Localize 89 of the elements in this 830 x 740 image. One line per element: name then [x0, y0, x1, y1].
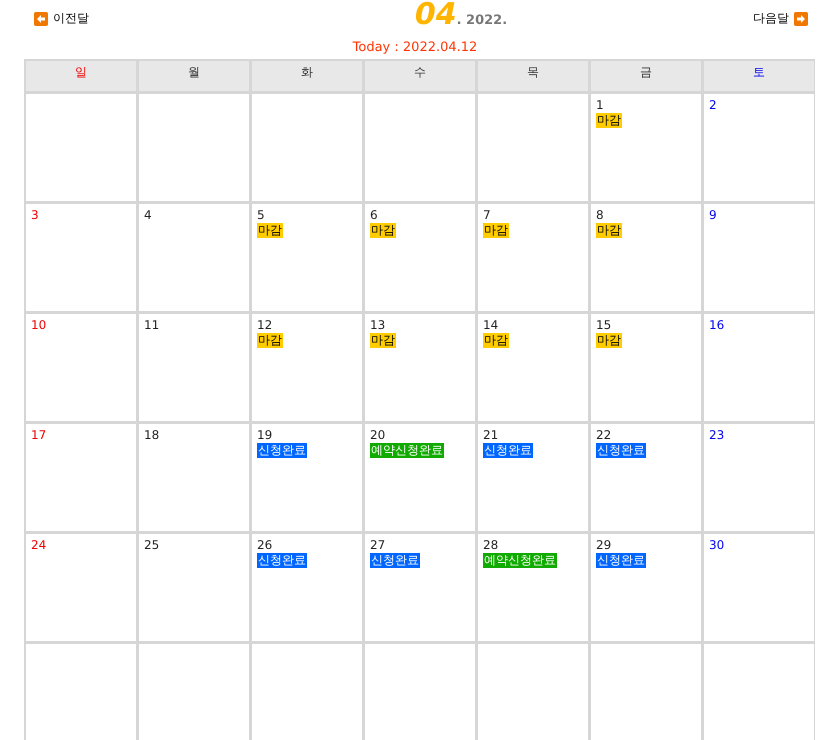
day-number: 20: [370, 428, 386, 443]
year-label: . 2022.: [456, 13, 508, 28]
day-cell[interactable]: 30: [704, 534, 814, 641]
month-number: 04: [414, 0, 457, 29]
day-number: 18: [144, 428, 160, 443]
weekday-header: 토: [704, 61, 814, 91]
day-cell[interactable]: 13 마감: [365, 314, 475, 421]
day-number: 16: [709, 318, 724, 333]
day-cell[interactable]: 27 신청완료: [365, 534, 475, 641]
day-cell[interactable]: 12 마감: [252, 314, 362, 421]
event-tag[interactable]: 마감: [483, 333, 509, 348]
event-tag[interactable]: 신청완료: [370, 553, 420, 568]
day-cell[interactable]: 15 마감: [591, 314, 701, 421]
today-date: Today : 2022.04.12: [352, 40, 478, 55]
day-cell[interactable]: 11: [139, 314, 249, 421]
event-tag[interactable]: 신청완료: [596, 443, 646, 458]
day-number: 21: [483, 428, 498, 443]
weekday-header: 금: [591, 61, 701, 91]
event-tag[interactable]: 마감: [596, 223, 622, 238]
event-tag[interactable]: 마감: [596, 113, 622, 128]
day-number: 7: [483, 208, 491, 223]
event-tag[interactable]: 마감: [483, 223, 509, 238]
day-number: 23: [709, 428, 724, 443]
day-number: 30: [709, 538, 724, 553]
day-cell[interactable]: 8 마감: [591, 204, 701, 311]
day-cell[interactable]: 3: [26, 204, 136, 311]
day-number: 25: [144, 538, 160, 553]
day-number: 28: [483, 538, 498, 553]
day-cell[interactable]: 29 신청완료: [591, 534, 701, 641]
event-tag[interactable]: 신청완료: [483, 443, 533, 458]
event-tag[interactable]: 마감: [257, 223, 283, 238]
weekday-header: 목: [478, 61, 588, 91]
day-cell[interactable]: 17: [26, 424, 136, 531]
day-number: 26: [257, 538, 272, 553]
day-cell[interactable]: 21 신청완료: [478, 424, 588, 531]
day-number: 6: [370, 208, 378, 223]
right-arrow-icon: [794, 12, 808, 26]
day-number: 24: [31, 538, 46, 553]
day-cell[interactable]: 10: [26, 314, 136, 421]
event-tag[interactable]: 신청완료: [257, 443, 307, 458]
day-cell[interactable]: 23: [704, 424, 814, 531]
day-number: 17: [31, 428, 46, 443]
next-month-link[interactable]: 다음달: [753, 10, 808, 27]
day-cell[interactable]: 1 마감: [591, 94, 701, 201]
weekday-header: 일: [26, 61, 136, 91]
day-cell[interactable]: 19 신청완료: [252, 424, 362, 531]
day-number: 15: [596, 318, 612, 333]
day-number: 14: [483, 318, 498, 333]
day-cell[interactable]: 6 마감: [365, 204, 475, 311]
weekday-header: 화: [252, 61, 362, 91]
day-cell[interactable]: 4: [139, 204, 249, 311]
weekday-header: 월: [139, 61, 249, 91]
event-tag[interactable]: 마감: [370, 333, 396, 348]
day-cell[interactable]: 9: [704, 204, 814, 311]
day-number: 19: [257, 428, 272, 443]
day-number: 8: [596, 208, 604, 223]
event-tag[interactable]: 신청완료: [596, 553, 646, 568]
day-number: 5: [257, 208, 265, 223]
day-number: 12: [257, 318, 272, 333]
day-cell[interactable]: 25: [139, 534, 249, 641]
day-number: 2: [709, 98, 717, 113]
day-number: 13: [370, 318, 386, 333]
event-tag[interactable]: 마감: [596, 333, 622, 348]
day-cell[interactable]: 28 예약신청완료: [478, 534, 588, 641]
day-cell[interactable]: 20 예약신청완료: [365, 424, 475, 531]
day-cell[interactable]: 26 신청완료: [252, 534, 362, 641]
day-number: 22: [596, 428, 612, 443]
day-cell[interactable]: 24: [26, 534, 136, 641]
day-number: 1: [596, 98, 604, 113]
day-number: 10: [31, 318, 46, 333]
event-tag[interactable]: 신청완료: [257, 553, 307, 568]
day-number: 3: [31, 208, 39, 223]
day-cell[interactable]: 22 신청완료: [591, 424, 701, 531]
day-number: 4: [144, 208, 152, 223]
day-cell[interactable]: 16: [704, 314, 814, 421]
day-number: 29: [596, 538, 612, 553]
event-tag[interactable]: 마감: [257, 333, 283, 348]
day-number: 11: [144, 318, 160, 333]
day-cell[interactable]: 2: [704, 94, 814, 201]
day-number: 9: [709, 208, 717, 223]
event-tag[interactable]: 마감: [370, 223, 396, 238]
day-cell[interactable]: 14 마감: [478, 314, 588, 421]
left-arrow-icon: [34, 12, 48, 26]
previous-month-link[interactable]: 이전달: [34, 10, 89, 27]
day-cell[interactable]: 18: [139, 424, 249, 531]
day-cell[interactable]: 5 마감: [252, 204, 362, 311]
day-cell[interactable]: 7 마감: [478, 204, 588, 311]
day-number: 27: [370, 538, 386, 553]
weekday-header: 수: [365, 61, 475, 91]
